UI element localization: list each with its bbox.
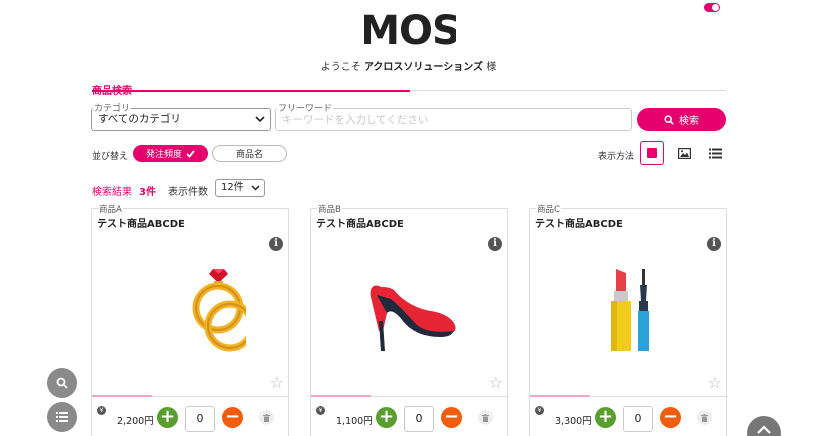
section-divider (410, 90, 726, 91)
check-icon (186, 149, 195, 158)
product-card[interactable]: 商品C テスト商品ABCDE i ☆ ¥ 3,300円 + 0 − (529, 203, 727, 436)
trash-icon (263, 413, 270, 422)
view-tile-button[interactable] (640, 141, 664, 165)
favorite-star-icon[interactable]: ☆ (708, 375, 722, 391)
company-name: アクロスソリューションズ (363, 62, 484, 73)
trash-icon (701, 413, 708, 422)
toggle-switch[interactable] (704, 3, 720, 12)
quantity-field[interactable]: 0 (404, 406, 434, 432)
increase-quantity-button[interactable]: + (595, 407, 616, 428)
delete-button[interactable] (697, 410, 712, 425)
zoom-icon (56, 377, 68, 389)
section-underline (92, 90, 410, 92)
logo-text: MOS (364, 8, 456, 50)
increase-quantity-button[interactable]: + (376, 407, 397, 428)
welcome-suffix: 様 (486, 62, 497, 73)
zoom-button[interactable] (47, 368, 77, 398)
product-name: テスト商品ABCDE (316, 219, 404, 230)
list-icon (56, 412, 68, 422)
sort-option-label: 商品名 (235, 150, 263, 160)
list-menu-button[interactable] (47, 402, 77, 432)
high-heel-icon (370, 285, 456, 351)
sort-label: 並び替え (92, 152, 129, 162)
decrease-quantity-button[interactable]: − (441, 407, 462, 428)
card-divider-accent (530, 395, 590, 397)
increase-quantity-button[interactable]: + (157, 407, 178, 428)
trash-icon (482, 413, 489, 422)
chevron-down-icon (255, 116, 265, 123)
product-code: 商品B (317, 203, 342, 215)
sort-option-label: 発注頻度 (145, 150, 182, 160)
search-button-label: 検索 (679, 116, 699, 127)
card-divider (152, 396, 289, 397)
category-label: カテゴリ (93, 101, 132, 114)
card-divider (590, 396, 727, 397)
decrease-quantity-button[interactable]: − (660, 407, 681, 428)
per-page-select[interactable]: 12件 (215, 179, 265, 197)
search-button[interactable]: 検索 (637, 108, 726, 131)
keyword-label: フリーワード (277, 101, 334, 114)
per-page-label: 表示件数 (168, 187, 208, 198)
results-label: 検索結果 (92, 187, 132, 198)
view-mode-label: 表示方法 (598, 152, 635, 162)
quantity-field[interactable]: 0 (623, 406, 653, 432)
chevron-up-icon (757, 425, 771, 434)
per-page-value: 12件 (221, 182, 244, 193)
welcome-prefix: ようこそ (320, 62, 361, 73)
list-icon (708, 148, 722, 158)
category-select-value: すべてのカテゴリ (98, 113, 181, 125)
scroll-to-top-button[interactable] (747, 416, 781, 436)
product-code: 商品C (536, 203, 561, 215)
product-price: 2,200円 (117, 416, 154, 427)
chevron-down-icon (251, 185, 260, 191)
lipstick-mascara-icon (611, 269, 649, 351)
view-list-button[interactable] (703, 141, 727, 165)
yen-icon: ¥ (535, 406, 544, 415)
card-divider-accent (311, 395, 371, 397)
decrease-quantity-button[interactable]: − (222, 407, 243, 428)
info-icon[interactable]: i (488, 237, 502, 251)
yen-icon: ¥ (97, 406, 106, 415)
info-icon[interactable]: i (269, 237, 283, 251)
image-icon (677, 147, 691, 159)
tile-icon (647, 148, 657, 158)
card-divider (371, 396, 508, 397)
product-name: テスト商品ABCDE (535, 219, 623, 230)
results-count: 3件 (139, 187, 156, 198)
view-image-button[interactable] (672, 141, 696, 165)
sort-name-button[interactable]: 商品名 (212, 145, 287, 162)
mos-logo: MOS (364, 8, 456, 50)
product-name: テスト商品ABCDE (97, 219, 185, 230)
info-icon[interactable]: i (707, 237, 721, 251)
favorite-star-icon[interactable]: ☆ (270, 375, 284, 391)
product-card[interactable]: 商品A テスト商品ABCDE i ☆ ¥ 2,200円 + 0 − (91, 203, 289, 436)
favorite-star-icon[interactable]: ☆ (489, 375, 503, 391)
product-code: 商品A (98, 203, 123, 215)
search-icon (664, 114, 674, 125)
yen-icon: ¥ (316, 406, 325, 415)
product-card[interactable]: 商品B テスト商品ABCDE i ☆ ¥ 1,100円 + 0 − (310, 203, 508, 436)
quantity-field[interactable]: 0 (185, 406, 215, 432)
product-price: 1,100円 (336, 416, 373, 427)
product-price: 3,300円 (555, 416, 592, 427)
rings-icon (192, 269, 246, 352)
delete-button[interactable] (259, 410, 274, 425)
sort-order-frequency-button[interactable]: 発注頻度 (133, 145, 208, 162)
delete-button[interactable] (478, 410, 493, 425)
welcome-message: ようこそ アクロスソリューションズ 様 (0, 58, 817, 73)
card-divider-accent (92, 395, 152, 397)
